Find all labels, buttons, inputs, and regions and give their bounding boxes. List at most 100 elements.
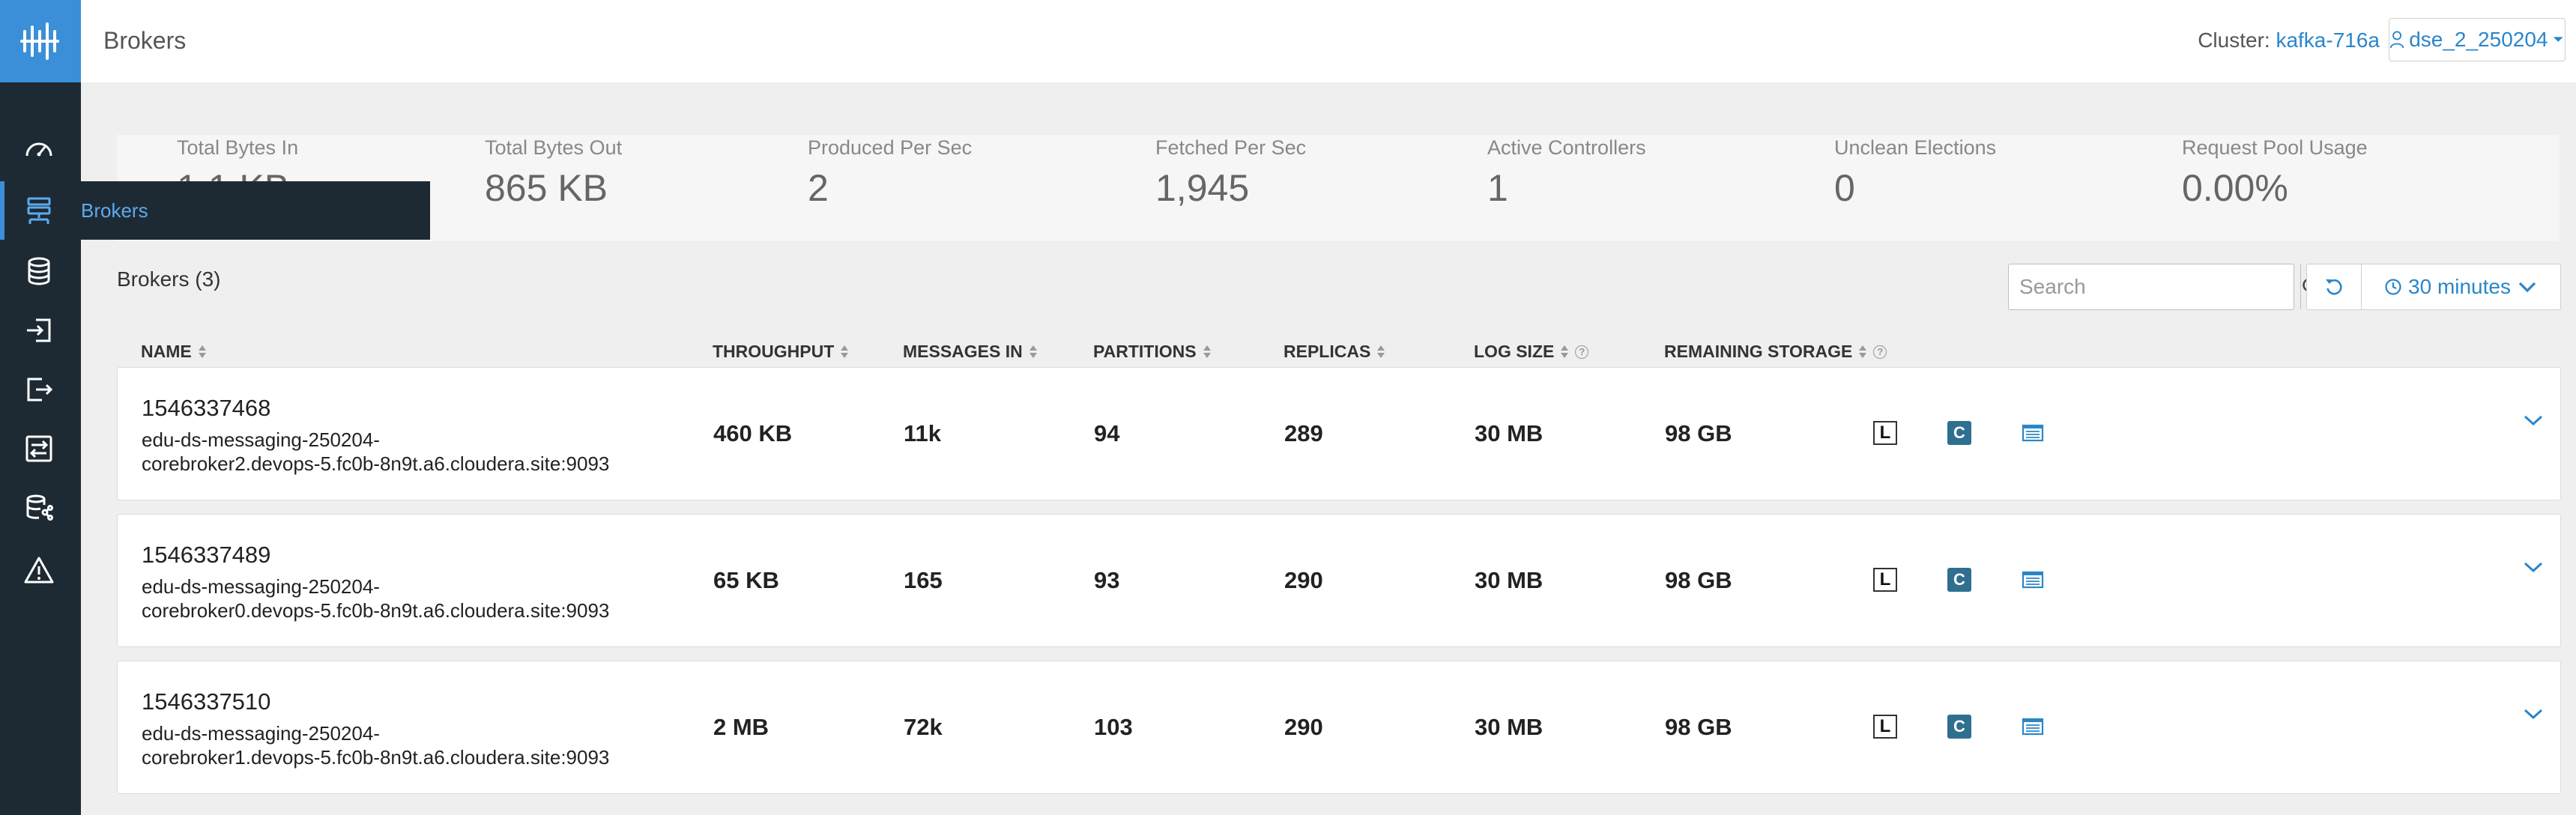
- user-icon: [2389, 31, 2404, 49]
- replicas-cell: 290: [1284, 714, 1323, 740]
- stat-label: Unclean Elections: [1834, 136, 1997, 159]
- nav-data-explorer[interactable]: [18, 487, 60, 529]
- streams-logo-icon: [20, 22, 59, 60]
- column-header-log-size[interactable]: LOG SIZE?: [1474, 342, 1589, 362]
- sort-icon: [840, 345, 849, 360]
- nav-topics[interactable]: [18, 250, 60, 292]
- table-row[interactable]: 1546337468 edu-ds-messaging-250204- coreb…: [117, 367, 2561, 500]
- log-icon: L: [1873, 715, 1897, 739]
- nav-alerts[interactable]: [18, 549, 60, 591]
- sort-icon: [1376, 345, 1385, 360]
- brokers-icon: [27, 197, 51, 224]
- app-logo[interactable]: [0, 0, 81, 82]
- dashboard-gauge-icon: [25, 142, 52, 157]
- stat-value: 865 KB: [485, 167, 608, 209]
- stat-label: Fetched Per Sec: [1155, 136, 1307, 159]
- log-link[interactable]: L: [1872, 420, 1898, 446]
- log-icon: L: [1873, 568, 1897, 592]
- clock-icon: [2385, 279, 2401, 295]
- broker-id: 1546337489: [142, 542, 271, 568]
- page-title: Brokers: [103, 27, 187, 54]
- details-window-icon: [2022, 424, 2044, 442]
- time-range-dropdown[interactable]: 30 minutes: [2362, 264, 2561, 310]
- nav-overview[interactable]: [18, 129, 60, 171]
- replicas-cell: 290: [1284, 567, 1323, 593]
- messages-in-cell: 72k: [904, 714, 943, 740]
- table-row[interactable]: 1546337510 edu-ds-messaging-250204- coreb…: [117, 661, 2561, 794]
- throughput-cell: 2 MB: [713, 714, 770, 740]
- chevron-down-icon: [2518, 282, 2536, 293]
- column-header-name[interactable]: NAME: [141, 342, 207, 362]
- data-explorer-icon: [26, 494, 53, 521]
- messages-in-cell: 165: [904, 567, 943, 593]
- remaining-storage-cell: 98 GB: [1665, 420, 1732, 446]
- stat-label: Total Bytes Out: [485, 136, 623, 159]
- throughput-cell: 65 KB: [713, 567, 779, 593]
- database-icon: [28, 257, 50, 285]
- stat-label: Request Pool Usage: [2182, 136, 2368, 159]
- broker-host: edu-ds-messaging-250204- corebroker1.devo…: [142, 722, 610, 769]
- log-link[interactable]: L: [1872, 567, 1898, 593]
- chevron-down-icon: [2524, 562, 2543, 573]
- config-icon: C: [1947, 421, 1971, 445]
- details-link[interactable]: [2020, 567, 2046, 593]
- stat-label: Total Bytes In: [177, 136, 299, 159]
- log-size-cell: 30 MB: [1475, 420, 1544, 446]
- nav-active-indicator: [0, 181, 4, 240]
- broker-host: edu-ds-messaging-250204- corebroker0.devo…: [142, 575, 610, 622]
- sort-icon: [1203, 345, 1212, 360]
- refresh-icon: [2326, 279, 2342, 295]
- column-header-partitions[interactable]: PARTITIONS: [1093, 342, 1212, 362]
- nav-brokers[interactable]: [18, 190, 60, 231]
- stat-value: 2: [808, 167, 829, 209]
- nav-consumers[interactable]: [18, 369, 60, 410]
- user-name: dse_2_250204: [2409, 28, 2548, 51]
- log-icon: L: [1873, 421, 1897, 445]
- column-header-messages-in[interactable]: MESSAGES IN: [903, 342, 1038, 362]
- nav-replication[interactable]: [18, 428, 60, 470]
- broker-id: 1546337510: [142, 688, 271, 715]
- broker-host: edu-ds-messaging-250204- corebroker2.devo…: [142, 428, 610, 475]
- user-menu-button[interactable]: dse_2_250204: [2389, 18, 2566, 61]
- details-link[interactable]: [2020, 420, 2046, 446]
- table-row[interactable]: 1546337489 edu-ds-messaging-250204- coreb…: [117, 514, 2561, 647]
- cluster-link[interactable]: kafka-716a: [2276, 28, 2380, 52]
- stat-value: 0: [1834, 167, 1855, 209]
- refresh-button[interactable]: [2306, 264, 2362, 310]
- expand-row-button[interactable]: [2518, 552, 2548, 582]
- log-link[interactable]: L: [1872, 714, 1898, 739]
- config-link[interactable]: C: [1947, 420, 1972, 446]
- stat-value: 1,945: [1155, 167, 1250, 209]
- chevron-down-icon: [2524, 415, 2543, 426]
- nav-producers[interactable]: [18, 309, 60, 351]
- help-icon[interactable]: ?: [1873, 345, 1887, 359]
- column-header-remaining-storage[interactable]: REMAINING STORAGE?: [1664, 342, 1887, 362]
- details-link[interactable]: [2020, 714, 2046, 739]
- partitions-cell: 103: [1094, 714, 1133, 740]
- expand-row-button[interactable]: [2518, 405, 2548, 435]
- chevron-down-icon: [2524, 709, 2543, 720]
- broker-id: 1546337468: [142, 395, 271, 421]
- stat-label: Produced Per Sec: [808, 136, 973, 159]
- config-link[interactable]: C: [1947, 714, 1972, 739]
- column-header-replicas[interactable]: REPLICAS: [1284, 342, 1385, 362]
- expand-row-button[interactable]: [2518, 699, 2548, 729]
- sort-icon: [198, 345, 207, 360]
- warning-triangle-icon: [24, 557, 54, 584]
- nav-flyout-label: Brokers: [81, 199, 148, 222]
- partitions-cell: 93: [1094, 567, 1120, 593]
- messages-in-cell: 11k: [904, 420, 942, 446]
- partitions-cell: 94: [1094, 420, 1120, 446]
- top-header: Brokers Cluster: kafka-716a dse_2_250204: [81, 0, 2576, 82]
- help-icon[interactable]: ?: [1575, 345, 1589, 359]
- search-input[interactable]: [2009, 264, 2300, 309]
- column-header-throughput[interactable]: THROUGHPUT: [713, 342, 849, 362]
- cluster-info: Cluster: kafka-716a: [2198, 28, 2380, 52]
- remaining-storage-cell: 98 GB: [1665, 567, 1732, 593]
- details-window-icon: [2022, 571, 2044, 589]
- replicas-cell: 289: [1284, 420, 1323, 446]
- nav-flyout-brokers[interactable]: Brokers: [81, 181, 430, 240]
- stats-bar: Total Bytes In 1.1 KB Total Bytes Out 86…: [117, 135, 2560, 241]
- config-link[interactable]: C: [1947, 567, 1972, 593]
- config-icon: C: [1947, 568, 1971, 592]
